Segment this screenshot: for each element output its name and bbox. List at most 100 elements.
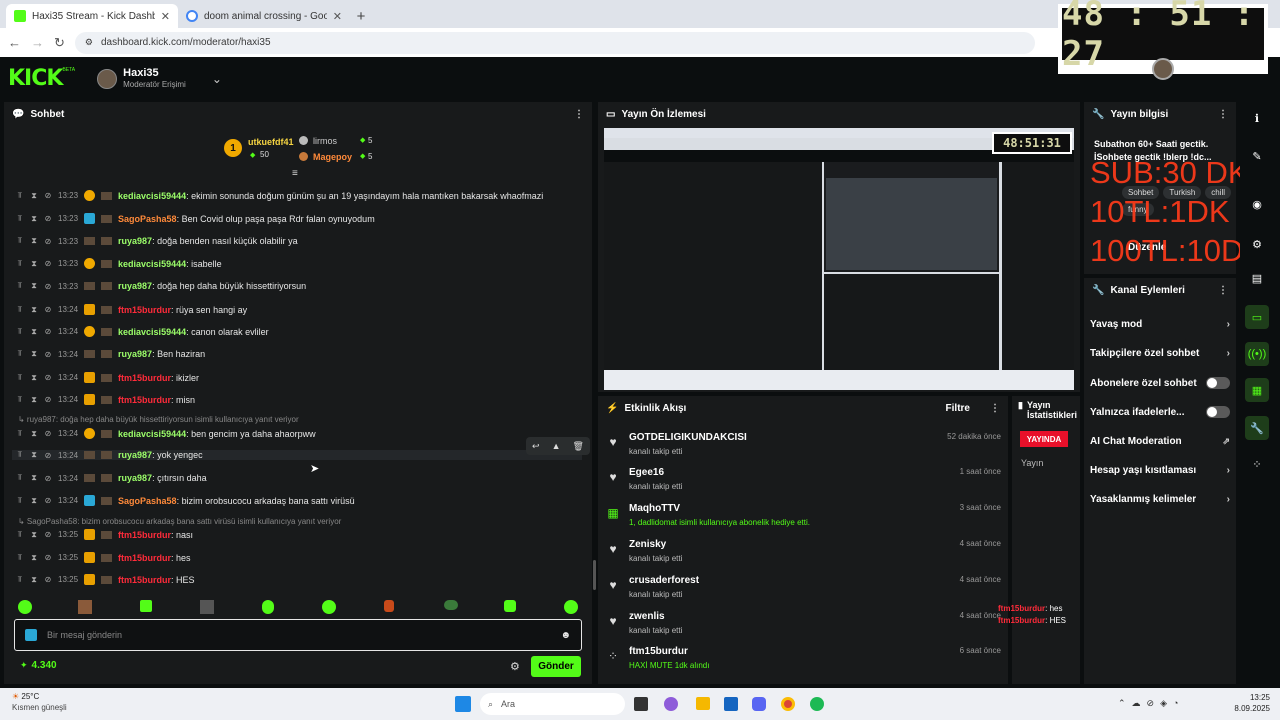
channel-action[interactable]: Yasaklanmış kelimeler ›	[1090, 494, 1230, 505]
ban-icon[interactable]: ⊘	[44, 259, 52, 268]
timeout-icon[interactable]: ⧗	[30, 395, 38, 405]
activity-event[interactable]: ♥ crusaderforest kanalı takip etti 4 saat ö…	[606, 575, 1001, 609]
delete-icon[interactable]: 🗑	[573, 441, 584, 452]
pin-message-icon[interactable]: ⫪	[16, 281, 24, 291]
broadcast-icon[interactable]: ((•))	[1245, 342, 1269, 366]
spotify-icon[interactable]	[810, 697, 824, 711]
pin-message-icon[interactable]: ⫪	[16, 575, 24, 585]
send-button[interactable]: Gönder	[531, 656, 581, 677]
activity-event[interactable]: ♥ zwenlis kanalı takip etti 4 saat önce	[606, 611, 1001, 645]
message-username[interactable]: kediavcisi59444	[118, 191, 186, 201]
emote-icon[interactable]	[140, 600, 152, 612]
filter-button[interactable]: Filtre	[946, 403, 970, 414]
start-icon[interactable]	[455, 696, 471, 712]
activity-menu-icon[interactable]: ⋮	[990, 403, 1000, 414]
info-menu-icon[interactable]: ⋮	[1218, 109, 1228, 120]
emoji-icon[interactable]: ☻	[560, 630, 571, 641]
activity-event[interactable]: ♥ Egee16 kanalı takip etti 1 saat önce	[606, 467, 1001, 501]
timeout-icon[interactable]: ⧗	[30, 191, 38, 201]
timeout-icon[interactable]: ⧗	[30, 281, 38, 291]
message-username[interactable]: ftm15burdur	[118, 575, 171, 585]
weather-widget[interactable]: ☀ 25°C Kısmen güneşli	[12, 691, 67, 713]
chat-message[interactable]: ⫪ ⧗ ⊘ 13:24 ruya987: çıtırsın daha	[16, 473, 207, 483]
chat-message[interactable]: ⫪ ⧗ ⊘ 13:25 ftm15burdur: HES	[16, 574, 195, 585]
message-username[interactable]: ftm15burdur	[118, 305, 171, 315]
timeout-icon[interactable]: ⧗	[30, 214, 38, 224]
message-username[interactable]: kediavcisi59444	[118, 259, 186, 269]
clock[interactable]: 13:25 8.09.2025	[1232, 692, 1270, 714]
store-icon[interactable]	[724, 697, 738, 711]
chat-input[interactable]: Bir mesaj gönderin ☻	[14, 619, 582, 651]
chat-message[interactable]: ⫪ ⧗ ⊘ 13:23 kediavcisi59444: isabelle	[16, 258, 222, 269]
channel-action[interactable]: Yalnızca ifadelerle...	[1090, 406, 1230, 418]
kick-emote-icon[interactable]	[25, 629, 37, 641]
emote-icon[interactable]	[262, 600, 274, 614]
pin-message-icon[interactable]: ⫪	[16, 553, 24, 563]
camera-icon[interactable]: ◉	[1245, 192, 1269, 216]
message-username[interactable]: ruya987	[118, 349, 152, 359]
event-user[interactable]: GOTDELIGIKUNDAKCISI	[629, 432, 747, 443]
ban-icon[interactable]: ⊘	[44, 237, 52, 246]
timeout-icon[interactable]: ⧗	[30, 236, 38, 246]
chat-message[interactable]: ⫪ ⧗ ⊘ 13:23 SagoPasha58: Ben Covid olup paşa…	[16, 213, 375, 224]
message-username[interactable]: ruya987	[118, 236, 152, 246]
chat-message[interactable]: ⫪ ⧗ ⊘ 13:23 kediavcisi59444: ekimin sonunda …	[16, 190, 543, 201]
chat-settings-icon[interactable]: ⚙	[510, 660, 520, 673]
forward-icon[interactable]: →	[31, 35, 44, 50]
timeout-icon[interactable]: ⧗	[30, 259, 38, 269]
kick-logo[interactable]: KICK	[8, 66, 63, 91]
pin-message-icon[interactable]: ⫪	[16, 349, 24, 359]
ban-icon[interactable]: ⊘	[44, 496, 52, 505]
event-user[interactable]: crusaderforest	[629, 575, 699, 586]
timeout-icon[interactable]: ⧗	[30, 473, 38, 483]
ban-icon[interactable]: ⊘	[44, 451, 52, 460]
pin-message-icon[interactable]: ⫪	[16, 530, 24, 540]
ban-icon[interactable]: ⊘	[44, 191, 52, 200]
chat-message[interactable]: ⫪ ⧗ ⊘ 13:24 ftm15burdur: misn	[16, 394, 195, 405]
close-tab-icon[interactable]: ✕	[333, 10, 342, 23]
timeout-icon[interactable]: ⧗	[30, 327, 38, 337]
reload-icon[interactable]: ↻	[54, 35, 65, 51]
timeout-icon[interactable]: ⧗	[30, 450, 38, 460]
pin-message-icon[interactable]: ⫪	[16, 496, 24, 506]
toggle-switch[interactable]	[1206, 406, 1230, 418]
ban-icon[interactable]: ⊘	[44, 575, 52, 584]
chat-message[interactable]: ⫪ ⧗ ⊘ 13:24 ftm15burdur: ikizler	[16, 372, 199, 383]
channel-action[interactable]: AI Chat Moderation ⇗	[1090, 436, 1230, 447]
chat-message[interactable]: ⫪ ⧗ ⊘ 13:23 ruya987: doğa hep daha büyük his…	[16, 281, 306, 291]
close-tab-icon[interactable]: ✕	[161, 10, 170, 23]
ban-icon[interactable]: ⊘	[44, 373, 52, 382]
points-display[interactable]: ✦ 4.340	[20, 660, 57, 671]
task-view-icon[interactable]	[634, 697, 648, 711]
ban-icon[interactable]: ⊘	[44, 305, 52, 314]
chat-menu-icon[interactable]: ⋮	[574, 109, 584, 120]
grid-icon[interactable]: ▦	[1245, 378, 1269, 402]
url-input[interactable]: ⚙ dashboard.kick.com/moderator/haxi35	[74, 31, 1035, 54]
message-username[interactable]: ftm15burdur	[118, 553, 171, 563]
message-username[interactable]: ftm15burdur	[118, 395, 171, 405]
back-icon[interactable]: ←	[8, 35, 21, 50]
timeout-icon[interactable]: ⧗	[30, 373, 38, 383]
channel-action[interactable]: Yavaş mod ›	[1090, 319, 1230, 330]
timeout-icon[interactable]: ⧗	[30, 429, 38, 439]
pin-message-icon[interactable]: ⫪	[16, 214, 24, 224]
document-icon[interactable]: ▤	[1245, 266, 1269, 290]
message-username[interactable]: SagoPasha58	[118, 496, 177, 506]
apps-icon[interactable]: ⁘	[1245, 452, 1269, 476]
timeout-icon[interactable]: ⧗	[30, 349, 38, 359]
pin-list-icon[interactable]: ≡	[292, 168, 298, 179]
chat-message[interactable]: ⫪ ⧗ ⊘ 13:24 ftm15burdur: rüya sen hangi ay	[16, 304, 247, 315]
ban-icon[interactable]: ⊘	[44, 214, 52, 223]
pin-message-icon[interactable]: ⫪	[16, 191, 24, 201]
message-username[interactable]: SagoPasha58	[118, 214, 177, 224]
message-username[interactable]: kediavcisi59444	[118, 429, 186, 439]
ban-icon[interactable]: ⊘	[44, 553, 52, 562]
chevron-down-icon[interactable]: ⌄	[212, 72, 222, 86]
message-username[interactable]: ftm15burdur	[118, 530, 171, 540]
pin-message-icon[interactable]: ⫪	[16, 450, 24, 460]
emote-icon[interactable]	[444, 600, 458, 610]
chat-message[interactable]: ⫪ ⧗ ⊘ 13:24 kediavcisi59444: canon olarak ev…	[16, 326, 269, 337]
channel-action[interactable]: Takipçilere özel sohbet ›	[1090, 348, 1230, 359]
timeout-icon[interactable]: ⧗	[30, 553, 38, 563]
pin-message-icon[interactable]: ⫪	[16, 327, 24, 337]
